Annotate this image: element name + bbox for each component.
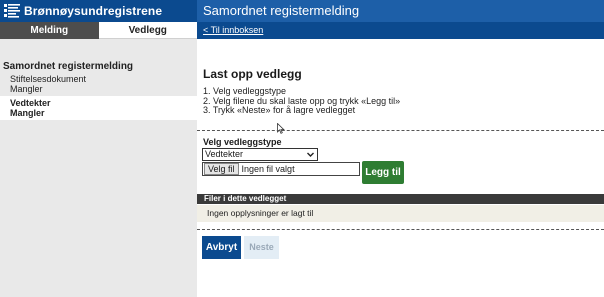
attachment-type-select[interactable]: Vedtekter xyxy=(202,148,318,161)
logo-text: Brønnøysundregistrene xyxy=(24,4,163,18)
sidebar-title: Samordnet registermelding xyxy=(3,61,134,72)
cancel-button[interactable]: Avbryt xyxy=(202,236,241,259)
section-divider xyxy=(197,229,604,230)
breadcrumb: < Til innboksen xyxy=(197,22,604,39)
sidebar-item-name: Stiftelsesdokument xyxy=(10,74,87,84)
sidebar-item-status: Mangler xyxy=(10,84,43,94)
add-file-button[interactable]: Legg til xyxy=(362,161,404,184)
section-divider xyxy=(197,130,604,131)
next-button[interactable]: Neste xyxy=(244,236,279,259)
tab-melding[interactable]: Melding xyxy=(0,22,99,39)
sidebar-item-stiftelsesdokument[interactable]: Stiftelsesdokument Mangler xyxy=(0,74,197,94)
section-heading: Last opp vedlegg xyxy=(203,67,302,81)
instruction-list: 1. Velg vedleggstype 2. Velg filene du s… xyxy=(203,86,400,116)
sidebar-item-name: Vedtekter xyxy=(10,98,51,108)
page-header-bar: Samordnet registermelding xyxy=(197,0,604,22)
files-empty-row: Ingen opplysninger er lagt til xyxy=(197,205,604,222)
tab-bar: Melding Vedlegg xyxy=(0,22,197,39)
files-table-header: Filer i dette vedlegget xyxy=(197,194,604,204)
sidebar-item-vedtekter[interactable]: Vedtekter Mangler xyxy=(0,96,197,120)
sidebar: Samordnet registermelding Stiftelsesdoku… xyxy=(0,39,197,297)
sidebar-item-status: Mangler xyxy=(10,108,45,118)
chevron-down-icon xyxy=(307,152,314,157)
choose-file-button[interactable]: Velg fil xyxy=(204,163,239,175)
file-status-text: Ingen fil valgt xyxy=(241,164,295,174)
tab-vedlegg[interactable]: Vedlegg xyxy=(98,22,197,39)
back-to-inbox-link[interactable]: < Til innboksen xyxy=(203,25,263,35)
attachment-type-value: Vedtekter xyxy=(205,149,244,159)
logo-icon xyxy=(4,4,20,18)
mouse-cursor-icon xyxy=(277,123,285,134)
file-input[interactable]: Velg fil Ingen fil valgt xyxy=(202,162,360,176)
attachment-type-label: Velg vedleggstype xyxy=(203,137,282,147)
instruction-step: 3. Trykk «Neste» for å lagre vedlegget xyxy=(203,105,356,115)
brand-bar: Brønnøysundregistrene xyxy=(0,0,197,22)
page-title: Samordnet registermelding xyxy=(203,3,360,18)
